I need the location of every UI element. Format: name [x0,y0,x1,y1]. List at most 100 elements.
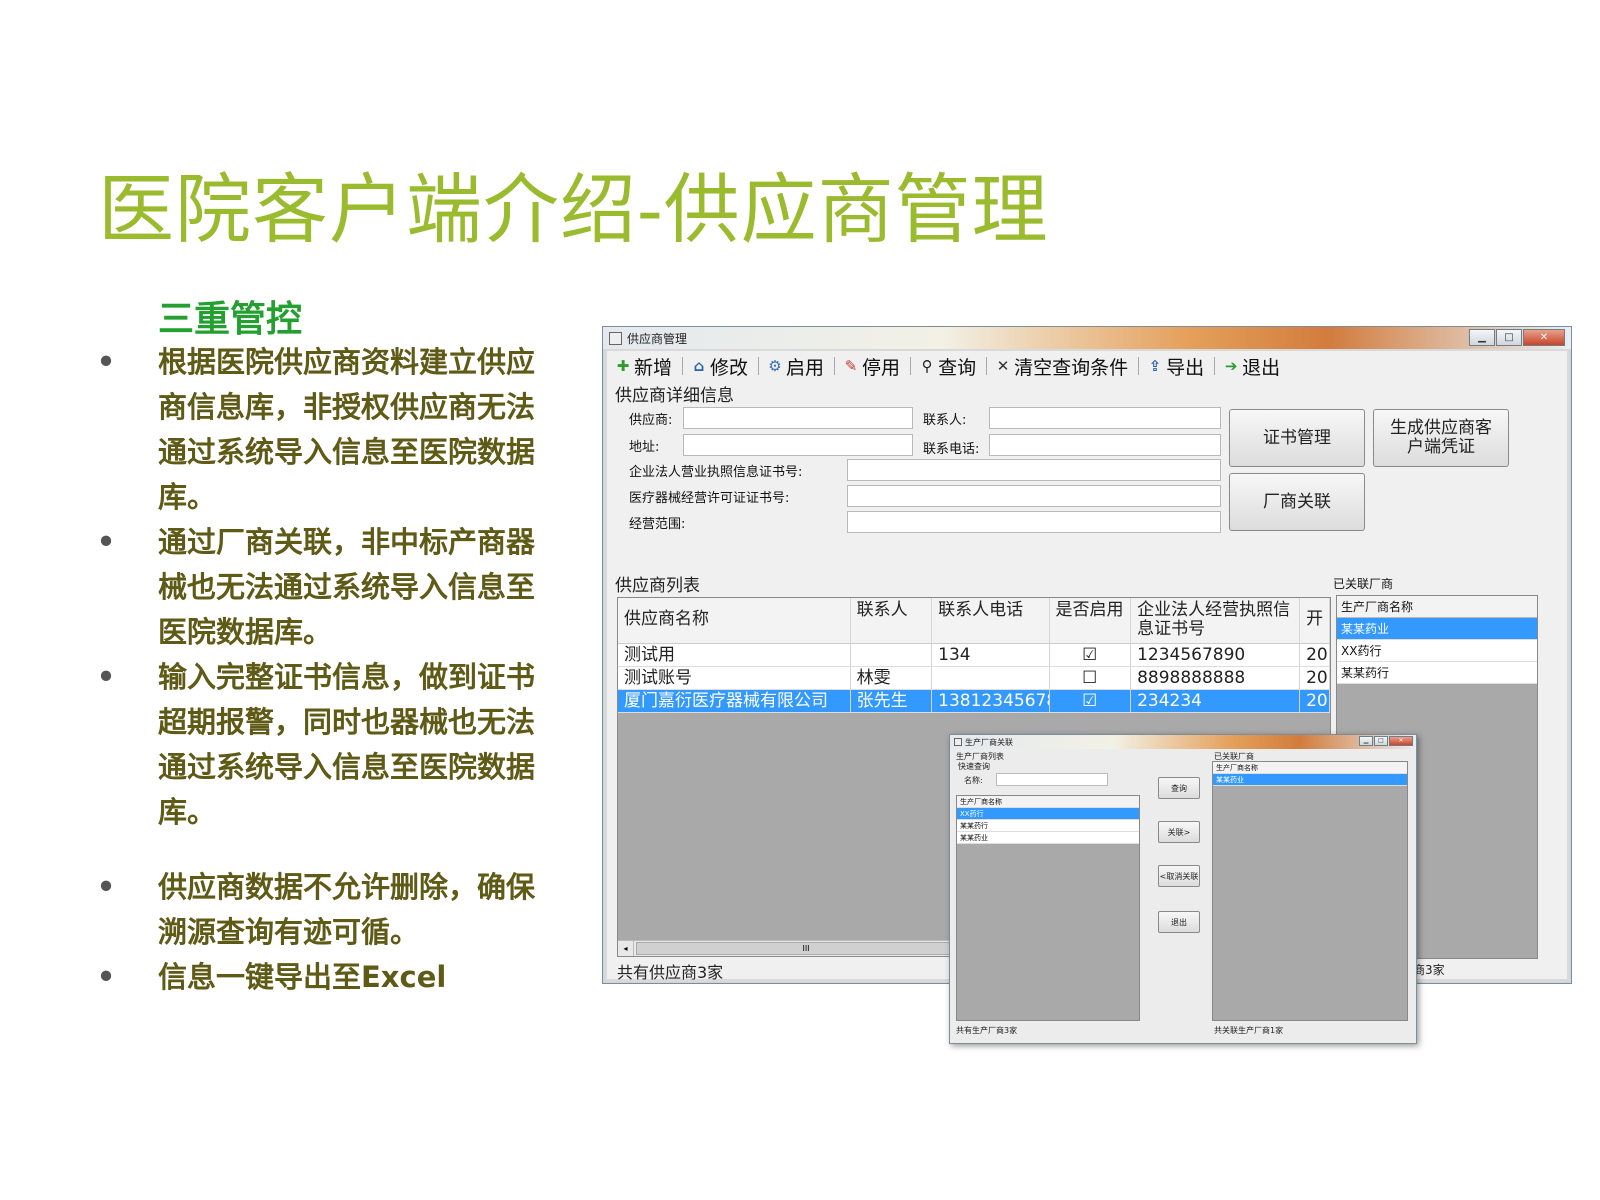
bullet-text: 输入完整证书信息，做到证书超期报警，同时也器械也无法通过系统导入信息至医院数据库… [158,660,536,829]
dialog-unlink-button[interactable]: <取消关联 [1158,865,1200,887]
clear-icon: ✕ [996,357,1010,375]
table-row[interactable]: 测试用 134☑1234567890201 [618,644,1330,667]
bullet-mark: • [96,870,116,904]
bullet-mark: • [96,525,116,559]
export-icon: ⇪ [1148,357,1162,375]
cell-cert: 1234567890 [1131,644,1301,666]
list-item[interactable]: 某某药业 [957,832,1139,844]
manufacturer-link-button[interactable]: 厂商关联 [1229,473,1365,531]
generate-credential-button[interactable]: 生成供应商客户端凭证 [1373,409,1509,467]
table-row[interactable]: 测试账号林雯 ☐8898888888201 [618,667,1330,690]
slide-title: 医院客户端介绍-供应商管理 [98,165,1049,254]
dialog-titlebar[interactable]: 生产厂商关联 ▁ □ ✕ [950,735,1416,749]
enabled-checkbox[interactable]: ☑ [1050,690,1132,712]
contact-phone-input[interactable] [989,434,1221,456]
list-group-label: 供应商列表 [615,576,700,596]
detail-group-label: 供应商详细信息 [615,386,734,406]
scope-input[interactable] [847,511,1221,533]
quick-query-label: 快速查询 [958,762,990,771]
enabled-checkbox[interactable]: ☑ [1050,644,1132,666]
list-item[interactable]: 某某药业 [1213,774,1407,786]
toolbar-button[interactable]: ➔ 退出 [1223,353,1280,380]
dialog-right-header[interactable]: 生产厂商名称 [1213,762,1407,774]
toolbar-button-label: 修改 [710,356,749,379]
col-cert[interactable]: 企业法人经营执照信息证书号 [1131,598,1301,643]
col-contact[interactable]: 联系人 [851,598,933,643]
bullet-text: 信息一键导出至Excel [158,960,447,994]
dialog-link-button[interactable]: 关联> [1158,821,1200,843]
address-input[interactable] [683,434,913,456]
device-license-input[interactable] [847,485,1221,507]
dialog-maximize-button[interactable]: □ [1374,736,1388,746]
dialog-query-button[interactable]: 查询 [1158,777,1200,799]
cell-contact: 林雯 [851,667,933,689]
enabled-checkbox[interactable]: ☐ [1050,667,1132,689]
list-item[interactable]: 某某药业 [1337,618,1537,640]
license-label: 企业法人营业执照信息证书号: [629,465,803,480]
toolbar-button[interactable]: ⌂ 修改 [691,353,748,380]
scroll-left-icon[interactable]: ◂ [618,941,634,956]
dialog-close-button[interactable]: ✕ [1389,736,1413,746]
col-phone[interactable]: 联系人电话 [932,598,1050,643]
list-item[interactable]: 某某药行 [1337,662,1537,684]
toolbar-button[interactable]: ✎ 停用 [843,353,900,380]
minimize-button[interactable]: ▁ [1469,329,1495,346]
table-row[interactable]: 厦门嘉衍医疗器械有限公司张先生13812345678☑234234201 [618,690,1330,713]
scroll-thumb[interactable]: III [636,942,976,955]
bullet-text: 根据医院供应商资料建立供应商信息库，非授权供应商无法通过系统导入信息至医院数据库… [158,345,536,514]
cell-contact: 张先生 [851,690,933,712]
bullet-item: • 通过厂商关联，非中标产商器械也无法通过系统导入信息至医院数据库。 [96,520,551,655]
edit-icon: ⌂ [693,357,705,375]
toolbar-button[interactable]: ✚ 新增 [615,353,672,380]
license-input[interactable] [847,459,1221,481]
scope-label: 经营范围: [629,517,686,532]
list-item[interactable]: XX药行 [1337,640,1537,662]
toolbar-button-label: 查询 [938,356,977,379]
toolbar-button[interactable]: ✕ 清空查询条件 [995,353,1128,380]
cell-name: 测试账号 [618,667,851,689]
dialog-exit-button[interactable]: 退出 [1158,911,1200,933]
dialog-right-list: 生产厂商名称 某某药业 [1212,761,1408,1021]
toolbar-button[interactable]: ⚲ 查询 [919,353,977,380]
close-button[interactable]: ✕ [1523,329,1565,346]
col-open[interactable]: 开 [1300,598,1330,643]
window-title: 供应商管理 [627,331,688,346]
contact-label: 联系人: [923,413,967,428]
cell-name: 测试用 [618,644,851,666]
enable-icon: ⚙ [768,357,782,375]
col-enabled[interactable]: 是否启用 [1050,598,1132,643]
toolbar-separator [986,357,988,375]
toolbar-button-label: 停用 [862,356,901,379]
bullet-text: 通过厂商关联，非中标产商器械也无法通过系统导入信息至医院数据库。 [158,525,536,649]
cell-phone: 13812345678 [932,690,1050,712]
supplier-input[interactable] [683,407,913,429]
cell-phone: 134 [932,644,1050,666]
toolbar-button-label: 退出 [1242,356,1281,379]
cert-manage-button[interactable]: 证书管理 [1229,409,1365,467]
slide: 医院客户端介绍-供应商管理 三重管控 • 根据医院供应商资料建立供应商信息库，非授… [0,0,1600,1200]
col-name[interactable]: 供应商名称 [618,598,851,643]
list-item[interactable]: 某某药行 [957,820,1139,832]
maximize-button[interactable]: □ [1496,329,1522,346]
linked-list-header[interactable]: 生产厂商名称 [1337,596,1537,618]
list-item[interactable]: XX药行 [957,808,1139,820]
exit-icon: ➔ [1224,357,1238,375]
dialog-minimize-button[interactable]: ▁ [1359,736,1373,746]
cell-cert: 8898888888 [1131,667,1301,689]
toolbar-button[interactable]: ⇪ 导出 [1147,353,1204,380]
contact-input[interactable] [989,407,1221,429]
window-titlebar[interactable]: 供应商管理 ▁ □ ✕ [603,327,1571,349]
toolbar-separator [910,357,912,375]
toolbar-button[interactable]: ⚙ 启用 [767,353,824,380]
bullet-item: • 根据医院供应商资料建立供应商信息库，非授权供应商无法通过系统导入信息至医院数据… [96,340,551,520]
bullet-mark: • [96,960,116,994]
bullet-item: • 信息一键导出至Excel [96,955,551,1000]
app-icon [609,331,622,345]
linked-list-body: 某某药业 XX药行 某某药行 [1337,618,1537,684]
dialog-name-input[interactable] [996,773,1108,786]
toolbar-button-label: 清空查询条件 [1014,356,1129,379]
window-controls: ▁ □ ✕ [1468,329,1565,346]
dialog-app-icon [954,738,962,746]
dialog-left-header[interactable]: 生产厂商名称 [957,796,1139,808]
cell-phone [932,667,1050,689]
